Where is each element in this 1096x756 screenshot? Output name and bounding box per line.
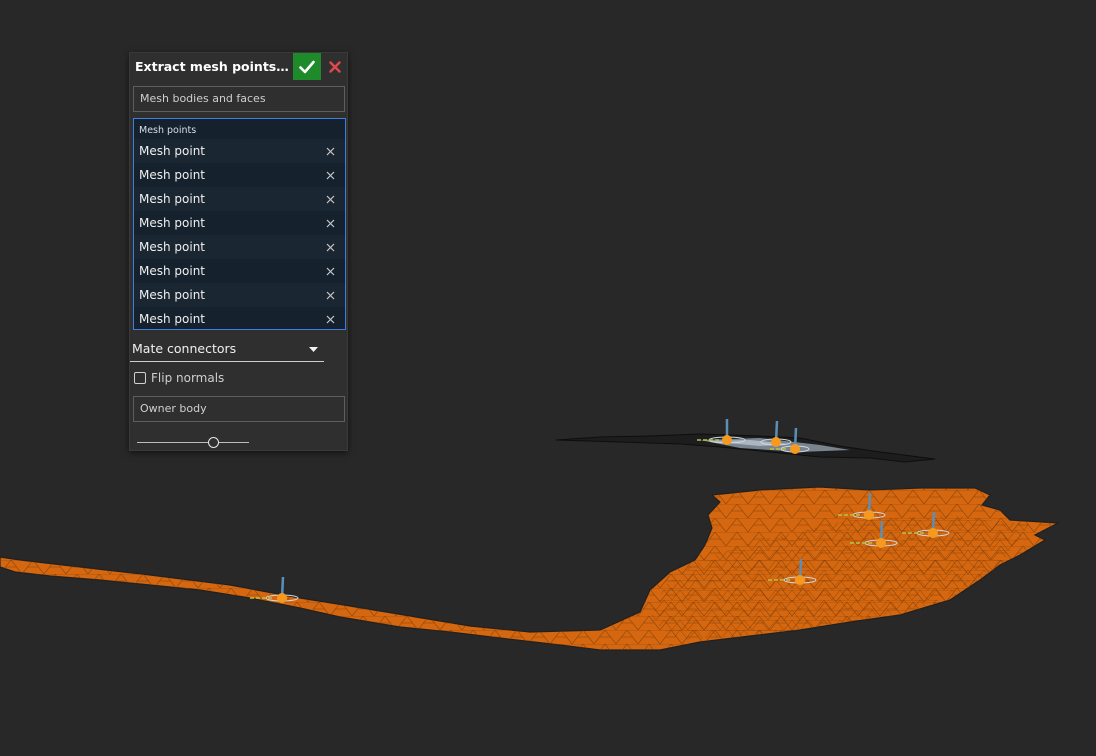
- output-type-select[interactable]: Mate connectors: [130, 338, 324, 362]
- orange-mesh: [0, 486, 1061, 651]
- remove-item-button[interactable]: [321, 142, 339, 160]
- close-x-icon: [326, 171, 334, 179]
- mesh-points-label: Mesh points: [139, 125, 197, 136]
- upper-mesh-sliver: [555, 433, 936, 463]
- accept-button[interactable]: [293, 53, 321, 80]
- close-x-icon: [326, 147, 334, 155]
- close-x-icon: [326, 267, 334, 275]
- cancel-button[interactable]: [324, 53, 346, 80]
- mesh-point-label: Mesh point: [139, 264, 206, 278]
- mesh-point-label: Mesh point: [139, 192, 206, 206]
- dialog-header: Extract mesh points (normals): [130, 53, 347, 81]
- remove-item-button[interactable]: [321, 286, 339, 304]
- slider-thumb[interactable]: [208, 437, 219, 448]
- mesh-point-label: Mesh point: [139, 312, 206, 326]
- close-icon: [329, 60, 341, 73]
- close-x-icon: [326, 243, 334, 251]
- close-x-icon: [326, 219, 334, 227]
- owner-body-field[interactable]: Owner body: [133, 396, 345, 422]
- remove-item-button[interactable]: [321, 262, 339, 280]
- caret-down-icon: [309, 347, 318, 352]
- slider-track: [137, 442, 249, 443]
- close-x-icon: [326, 291, 334, 299]
- flip-normals-row[interactable]: Flip normals: [134, 369, 224, 387]
- list-item[interactable]: Mesh point: [134, 139, 345, 163]
- mesh-point-label: Mesh point: [139, 240, 206, 254]
- feature-dialog: Extract mesh points (normals) Mesh bodie…: [129, 52, 348, 451]
- remove-item-button[interactable]: [321, 190, 339, 208]
- list-item[interactable]: Mesh point: [134, 235, 345, 259]
- remove-item-button[interactable]: [321, 310, 339, 328]
- mesh-point-label: Mesh point: [139, 288, 206, 302]
- list-item[interactable]: Mesh point: [134, 187, 345, 211]
- output-type-value: Mate connectors: [132, 341, 237, 356]
- dialog-title: Extract mesh points (normals): [135, 59, 293, 74]
- mesh-point-label: Mesh point: [139, 216, 206, 230]
- check-icon: [299, 60, 315, 73]
- list-item[interactable]: Mesh point: [134, 283, 345, 307]
- close-x-icon: [326, 315, 334, 323]
- mesh-points-list[interactable]: Mesh points Mesh point Mesh point Mesh poi…: [133, 118, 346, 330]
- flip-normals-label: Flip normals: [151, 371, 225, 385]
- remove-item-button[interactable]: [321, 166, 339, 184]
- mesh-point-label: Mesh point: [139, 144, 206, 158]
- close-x-icon: [326, 195, 334, 203]
- mesh-point-label: Mesh point: [139, 168, 206, 182]
- list-item[interactable]: Mesh point: [134, 163, 345, 187]
- mesh-bodies-field[interactable]: Mesh bodies and faces: [133, 86, 345, 112]
- list-item[interactable]: Mesh point: [134, 259, 345, 283]
- mesh-points-rows: Mesh point Mesh point Mesh point Mesh point…: [134, 139, 345, 329]
- scale-slider[interactable]: [137, 437, 249, 449]
- remove-item-button[interactable]: [321, 214, 339, 232]
- list-item[interactable]: Mesh point: [134, 307, 345, 329]
- list-item[interactable]: Mesh point: [134, 211, 345, 235]
- flip-normals-checkbox[interactable]: [134, 372, 146, 384]
- remove-item-button[interactable]: [321, 238, 339, 256]
